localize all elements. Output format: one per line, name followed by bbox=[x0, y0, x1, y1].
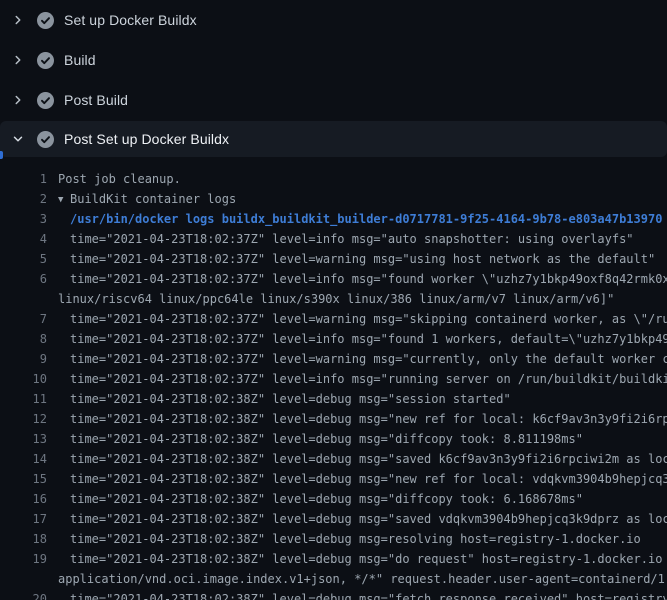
log-command-text: /usr/bin/docker logs buildx_buildkit_bui… bbox=[47, 209, 662, 229]
chevron-right-icon bbox=[10, 92, 26, 108]
log-text: time="2021-04-23T18:02:38Z" level=debug … bbox=[47, 589, 667, 600]
check-circle-icon bbox=[37, 131, 54, 148]
check-circle-icon bbox=[37, 52, 54, 69]
line-number[interactable]: 13 bbox=[0, 429, 47, 449]
line-number bbox=[0, 289, 47, 309]
line-number[interactable]: 15 bbox=[0, 469, 47, 489]
step-title: Post Build bbox=[64, 92, 128, 108]
log-text: time="2021-04-23T18:02:37Z" level=info m… bbox=[47, 329, 667, 349]
log-row: 9time="2021-04-23T18:02:37Z" level=warni… bbox=[0, 349, 667, 369]
log-row: 2▼BuildKit container logs bbox=[0, 189, 667, 209]
chevron-right-icon bbox=[10, 52, 26, 68]
log-text: Post job cleanup. bbox=[47, 169, 181, 189]
line-number[interactable]: 16 bbox=[0, 489, 47, 509]
log-text: time="2021-04-23T18:02:37Z" level=warnin… bbox=[47, 309, 667, 329]
log-row: 7time="2021-04-23T18:02:37Z" level=warni… bbox=[0, 309, 667, 329]
line-number[interactable]: 17 bbox=[0, 509, 47, 529]
line-number[interactable]: 20 bbox=[0, 589, 47, 600]
log-group-toggle[interactable]: ▼BuildKit container logs bbox=[47, 189, 236, 209]
line-number[interactable]: 5 bbox=[0, 249, 47, 269]
log-text: time="2021-04-23T18:02:37Z" level=info m… bbox=[47, 269, 667, 289]
log-row: 12time="2021-04-23T18:02:38Z" level=debu… bbox=[0, 409, 667, 429]
line-number[interactable]: 2 bbox=[0, 189, 47, 209]
check-circle-icon bbox=[37, 12, 54, 29]
log-row: 5time="2021-04-23T18:02:37Z" level=warni… bbox=[0, 249, 667, 269]
line-number[interactable]: 14 bbox=[0, 449, 47, 469]
log-row: 14time="2021-04-23T18:02:38Z" level=debu… bbox=[0, 449, 667, 469]
log-row: 8time="2021-04-23T18:02:37Z" level=info … bbox=[0, 329, 667, 349]
line-number[interactable]: 12 bbox=[0, 409, 47, 429]
step-row-set-up-docker-buildx[interactable]: Set up Docker Buildx bbox=[0, 0, 667, 40]
line-number[interactable]: 18 bbox=[0, 529, 47, 549]
step-title: Post Set up Docker Buildx bbox=[64, 131, 229, 147]
step-row-build[interactable]: Build bbox=[0, 40, 667, 80]
log-row: 18time="2021-04-23T18:02:38Z" level=debu… bbox=[0, 529, 667, 549]
log-area: 1Post job cleanup.2▼BuildKit container l… bbox=[0, 157, 667, 600]
log-text: time="2021-04-23T18:02:38Z" level=debug … bbox=[47, 489, 583, 509]
log-text: time="2021-04-23T18:02:38Z" level=debug … bbox=[47, 389, 511, 409]
line-number[interactable]: 3 bbox=[0, 209, 47, 229]
log-text: time="2021-04-23T18:02:38Z" level=debug … bbox=[47, 529, 641, 549]
line-number bbox=[0, 569, 47, 589]
log-text: time="2021-04-23T18:02:38Z" level=debug … bbox=[47, 549, 667, 569]
line-number[interactable]: 9 bbox=[0, 349, 47, 369]
line-number[interactable]: 11 bbox=[0, 389, 47, 409]
log-row-continuation: linux/riscv64 linux/ppc64le linux/s390x … bbox=[0, 289, 667, 309]
chevron-down-icon bbox=[10, 131, 26, 147]
line-number[interactable]: 6 bbox=[0, 269, 47, 289]
step-row-post-build[interactable]: Post Build bbox=[0, 80, 667, 120]
step-row-post-set-up-docker-buildx[interactable]: Post Set up Docker Buildx bbox=[0, 121, 667, 157]
line-number[interactable]: 7 bbox=[0, 309, 47, 329]
log-row: 6time="2021-04-23T18:02:37Z" level=info … bbox=[0, 269, 667, 289]
log-row: 16time="2021-04-23T18:02:38Z" level=debu… bbox=[0, 489, 667, 509]
log-row: 15time="2021-04-23T18:02:38Z" level=debu… bbox=[0, 469, 667, 489]
workflow-log-viewer: Set up Docker Buildx Build Post Build bbox=[0, 0, 667, 600]
log-row: 3/usr/bin/docker logs buildx_buildkit_bu… bbox=[0, 209, 667, 229]
log-row-continuation: application/vnd.oci.image.index.v1+json,… bbox=[0, 569, 667, 589]
step-title: Set up Docker Buildx bbox=[64, 12, 197, 28]
line-number[interactable]: 8 bbox=[0, 329, 47, 349]
log-row: 11time="2021-04-23T18:02:38Z" level=debu… bbox=[0, 389, 667, 409]
line-number[interactable]: 4 bbox=[0, 229, 47, 249]
steps-list: Set up Docker Buildx Build Post Build bbox=[0, 0, 667, 157]
log-row: 20time="2021-04-23T18:02:38Z" level=debu… bbox=[0, 589, 667, 600]
log-row: 10time="2021-04-23T18:02:37Z" level=info… bbox=[0, 369, 667, 389]
line-number[interactable]: 10 bbox=[0, 369, 47, 389]
line-number[interactable]: 19 bbox=[0, 549, 47, 569]
log-text: time="2021-04-23T18:02:38Z" level=debug … bbox=[47, 429, 583, 449]
log-text: time="2021-04-23T18:02:37Z" level=warnin… bbox=[47, 349, 667, 369]
log-text: time="2021-04-23T18:02:37Z" level=info m… bbox=[47, 229, 634, 249]
log-row: 17time="2021-04-23T18:02:38Z" level=debu… bbox=[0, 509, 667, 529]
log-row: 1Post job cleanup. bbox=[0, 169, 667, 189]
log-text: time="2021-04-23T18:02:38Z" level=debug … bbox=[47, 409, 667, 429]
log-text: time="2021-04-23T18:02:37Z" level=info m… bbox=[47, 369, 667, 389]
line-number[interactable]: 1 bbox=[0, 169, 47, 189]
log-text: application/vnd.oci.image.index.v1+json,… bbox=[47, 569, 667, 589]
focus-accent bbox=[0, 151, 3, 159]
log-text: linux/riscv64 linux/ppc64le linux/s390x … bbox=[47, 289, 614, 309]
log-text: time="2021-04-23T18:02:38Z" level=debug … bbox=[47, 509, 667, 529]
group-expanded-caret-icon: ▼ bbox=[58, 190, 70, 209]
log-row: 4time="2021-04-23T18:02:37Z" level=info … bbox=[0, 229, 667, 249]
step-title: Build bbox=[64, 52, 96, 68]
log-text: time="2021-04-23T18:02:38Z" level=debug … bbox=[47, 469, 667, 489]
log-text: time="2021-04-23T18:02:38Z" level=debug … bbox=[47, 449, 667, 469]
log-text: time="2021-04-23T18:02:37Z" level=warnin… bbox=[47, 249, 655, 269]
chevron-right-icon bbox=[10, 12, 26, 28]
log-row: 13time="2021-04-23T18:02:38Z" level=debu… bbox=[0, 429, 667, 449]
check-circle-icon bbox=[37, 92, 54, 109]
log-row: 19time="2021-04-23T18:02:38Z" level=debu… bbox=[0, 549, 667, 569]
